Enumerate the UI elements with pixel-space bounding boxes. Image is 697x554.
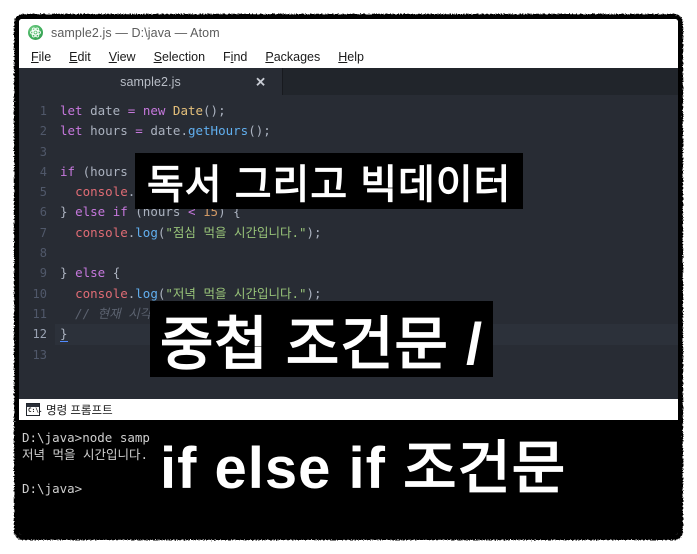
line-number: 7: [39, 225, 47, 240]
screenshot-root: sample2.js — D:\java — Atom File Edit Vi…: [0, 0, 697, 554]
overlay-caption-line1: 독서 그리고 빅데이터: [135, 153, 524, 209]
tab-sample2-js[interactable]: sample2.js ✕: [19, 68, 283, 95]
line-number: 1: [39, 104, 47, 118]
line-number: 10: [32, 286, 47, 301]
cmd-title: 명령 프롬프트: [46, 404, 113, 417]
tabbar: sample2.js ✕: [19, 68, 678, 95]
menu-selection[interactable]: Selection: [152, 49, 207, 65]
cmd-line: D:\java>: [22, 481, 83, 496]
line-number: 11: [32, 306, 47, 321]
menu-file[interactable]: File: [29, 49, 53, 65]
menu-help[interactable]: Help: [336, 49, 366, 65]
tab-label: sample2.js: [120, 74, 181, 89]
line-number: 4: [39, 164, 47, 179]
atom-logo-icon: [28, 25, 43, 40]
overlay-caption-line3: if else if 조건문: [150, 425, 577, 501]
line-number-current: 12: [32, 327, 47, 342]
line-number: 13: [32, 347, 47, 362]
menubar: File Edit View Selection Find Packages H…: [19, 46, 678, 68]
code-line: console.log("점심 먹을 시간입니다.");: [75, 224, 322, 240]
framed-content: sample2.js — D:\java — Atom File Edit Vi…: [19, 19, 678, 535]
code-line: let date = new Date();: [60, 103, 226, 118]
cmd-line: 저녁 먹을 시간입니다.: [22, 447, 149, 462]
window-titlebar: sample2.js — D:\java — Atom: [19, 19, 678, 46]
line-number: 8: [39, 246, 47, 261]
menu-packages[interactable]: Packages: [263, 49, 322, 65]
code-line: } else {: [60, 265, 121, 281]
menu-view[interactable]: View: [107, 49, 138, 65]
atom-editor-window: sample2.js — D:\java — Atom File Edit Vi…: [19, 19, 678, 535]
line-number: 2: [39, 124, 47, 139]
overlay-caption-line2: 중첩 조건문 /: [150, 301, 494, 377]
line-number-gutter: 1 2 3 4 5 6 7 8 9 10 11 12 13: [19, 95, 55, 399]
close-icon[interactable]: ✕: [255, 75, 266, 88]
code-line: let hours = date.getHours();: [60, 123, 271, 139]
window-title: sample2.js — D:\java — Atom: [51, 25, 220, 40]
menu-edit[interactable]: Edit: [67, 49, 93, 65]
tabbar-empty-space: [283, 68, 678, 95]
menu-find[interactable]: Find: [221, 49, 249, 65]
cmd-titlebar: C:\. 명령 프롬프트: [19, 399, 678, 420]
cmd-console-icon: C:\.: [26, 403, 42, 416]
line-number: 9: [39, 266, 47, 281]
line-number: 5: [39, 185, 47, 200]
line-number: 6: [39, 205, 47, 220]
line-number: 3: [39, 144, 47, 159]
